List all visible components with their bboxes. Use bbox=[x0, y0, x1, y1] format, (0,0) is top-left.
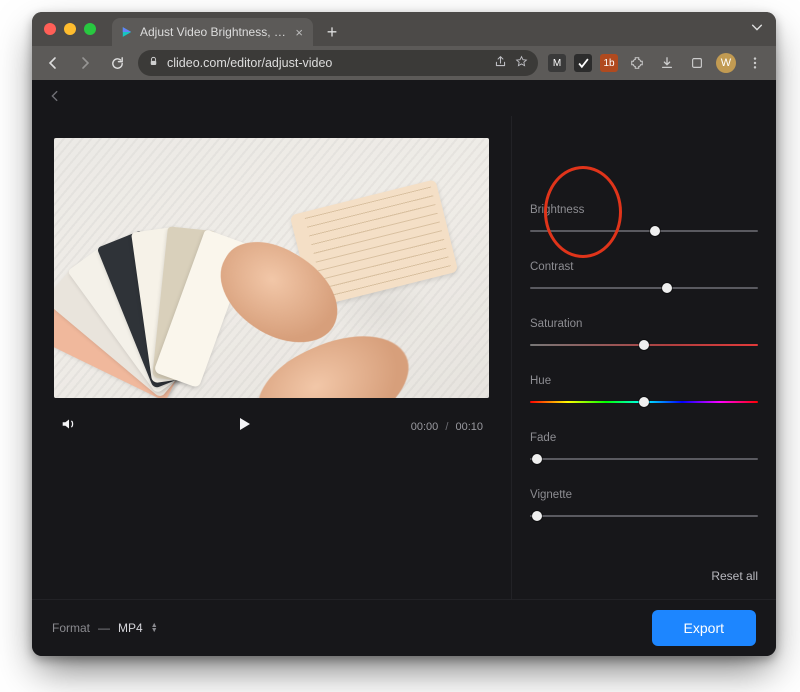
contrast-label: Contrast bbox=[530, 261, 758, 273]
downloads-icon[interactable] bbox=[656, 52, 678, 74]
duration: 00:10 bbox=[455, 421, 483, 433]
app-back-button[interactable] bbox=[48, 89, 62, 108]
reading-list-icon[interactable] bbox=[686, 52, 708, 74]
browser-menu-icon[interactable] bbox=[744, 52, 766, 74]
play-button[interactable] bbox=[234, 421, 254, 438]
browser-tab[interactable]: Adjust Video Brightness, Cont × bbox=[112, 18, 313, 46]
nav-forward-button[interactable] bbox=[74, 52, 96, 74]
tab-title: Adjust Video Brightness, Cont bbox=[140, 25, 287, 39]
brightness-control: Brightness bbox=[530, 204, 758, 237]
video-preview[interactable] bbox=[54, 138, 489, 398]
format-dash: — bbox=[98, 621, 110, 635]
lock-icon bbox=[148, 56, 159, 70]
vignette-label: Vignette bbox=[530, 489, 758, 501]
tab-overflow-icon[interactable] bbox=[750, 20, 764, 39]
format-selector[interactable]: Format — MP4 ▲▼ bbox=[52, 621, 158, 635]
volume-button[interactable] bbox=[60, 415, 78, 438]
app-footer: Format — MP4 ▲▼ Export bbox=[32, 599, 776, 656]
extension-icon[interactable]: M bbox=[548, 54, 566, 72]
format-value: MP4 bbox=[118, 621, 143, 635]
vignette-slider[interactable] bbox=[530, 510, 758, 522]
app-main: 00:00 / 00:10 Brightness bbox=[32, 116, 776, 599]
hue-control: Hue bbox=[530, 375, 758, 408]
adjustments-panel: Brightness Contrast bbox=[511, 116, 776, 599]
window-minimize-button[interactable] bbox=[64, 23, 76, 35]
saturation-control: Saturation bbox=[530, 318, 758, 351]
fade-slider[interactable] bbox=[530, 453, 758, 465]
site-favicon bbox=[120, 25, 134, 39]
share-icon[interactable] bbox=[494, 55, 507, 71]
current-time: 00:00 bbox=[411, 421, 439, 433]
browser-window: Adjust Video Brightness, Cont × + bbox=[32, 12, 776, 656]
extension-icon[interactable] bbox=[574, 54, 592, 72]
contrast-control: Contrast bbox=[530, 261, 758, 294]
slider-thumb[interactable] bbox=[532, 511, 542, 521]
time-separator: / bbox=[445, 421, 448, 433]
video-stage: 00:00 / 00:10 bbox=[32, 116, 511, 599]
address-bar[interactable]: clideo.com/editor/adjust-video bbox=[138, 50, 538, 76]
browser-toolbar: clideo.com/editor/adjust-video M 1b bbox=[32, 46, 776, 80]
bookmark-star-icon[interactable] bbox=[515, 55, 528, 71]
extension-icon[interactable]: 1b bbox=[600, 54, 618, 72]
contrast-slider[interactable] bbox=[530, 282, 758, 294]
brightness-label: Brightness bbox=[530, 204, 758, 216]
slider-thumb[interactable] bbox=[532, 454, 542, 464]
slider-thumb[interactable] bbox=[639, 340, 649, 350]
app-header bbox=[32, 80, 776, 116]
slider-thumb[interactable] bbox=[639, 397, 649, 407]
window-close-button[interactable] bbox=[44, 23, 56, 35]
fade-label: Fade bbox=[530, 432, 758, 444]
slider-thumb[interactable] bbox=[650, 226, 660, 236]
reset-all-button[interactable]: Reset all bbox=[530, 569, 758, 583]
new-tab-button[interactable]: + bbox=[319, 19, 345, 45]
fade-control: Fade bbox=[530, 432, 758, 465]
saturation-label: Saturation bbox=[530, 318, 758, 330]
brightness-slider[interactable] bbox=[530, 225, 758, 237]
hue-label: Hue bbox=[530, 375, 758, 387]
player-controls: 00:00 / 00:10 bbox=[54, 398, 489, 449]
vignette-control: Vignette bbox=[530, 489, 758, 522]
time-display: 00:00 / 00:10 bbox=[411, 421, 483, 433]
nav-back-button[interactable] bbox=[42, 52, 64, 74]
video-editor-app: 00:00 / 00:10 Brightness bbox=[32, 80, 776, 656]
hue-slider[interactable] bbox=[530, 396, 758, 408]
profile-avatar[interactable]: W bbox=[716, 53, 736, 73]
format-label: Format bbox=[52, 621, 90, 635]
export-button[interactable]: Export bbox=[652, 610, 756, 646]
window-controls bbox=[44, 23, 96, 35]
extensions-menu-icon[interactable] bbox=[626, 52, 648, 74]
address-url: clideo.com/editor/adjust-video bbox=[167, 56, 486, 70]
window-maximize-button[interactable] bbox=[84, 23, 96, 35]
saturation-slider[interactable] bbox=[530, 339, 758, 351]
browser-chrome: Adjust Video Brightness, Cont × + bbox=[32, 12, 776, 80]
tab-close-icon[interactable]: × bbox=[293, 25, 305, 40]
nav-reload-button[interactable] bbox=[106, 52, 128, 74]
tab-strip: Adjust Video Brightness, Cont × + bbox=[32, 12, 776, 46]
extensions-row: M 1b W bbox=[548, 52, 766, 74]
avatar-initial: W bbox=[721, 57, 731, 69]
format-stepper-icon: ▲▼ bbox=[151, 623, 158, 633]
video-frame bbox=[54, 138, 489, 398]
slider-thumb[interactable] bbox=[662, 283, 672, 293]
